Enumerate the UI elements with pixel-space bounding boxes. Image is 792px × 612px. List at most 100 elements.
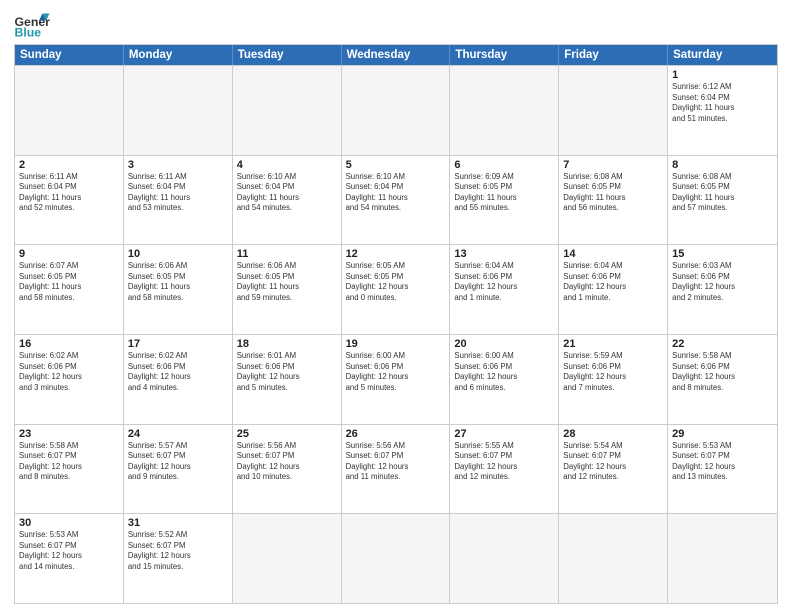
- day-number: 4: [237, 159, 337, 171]
- day-cell: [342, 514, 451, 603]
- day-cell: 7Sunrise: 6:08 AM Sunset: 6:05 PM Daylig…: [559, 156, 668, 245]
- day-info: Sunrise: 6:03 AM Sunset: 6:06 PM Dayligh…: [672, 261, 773, 303]
- day-info: Sunrise: 6:11 AM Sunset: 6:04 PM Dayligh…: [19, 172, 119, 214]
- day-number: 2: [19, 159, 119, 171]
- dow-cell-saturday: Saturday: [668, 45, 777, 65]
- day-cell: 10Sunrise: 6:06 AM Sunset: 6:05 PM Dayli…: [124, 245, 233, 334]
- day-cell: [668, 514, 777, 603]
- day-cell: [233, 66, 342, 155]
- day-info: Sunrise: 5:53 AM Sunset: 6:07 PM Dayligh…: [19, 530, 119, 572]
- day-number: 20: [454, 338, 554, 350]
- week-row-2: 2Sunrise: 6:11 AM Sunset: 6:04 PM Daylig…: [15, 155, 777, 245]
- day-number: 18: [237, 338, 337, 350]
- dow-cell-monday: Monday: [124, 45, 233, 65]
- day-number: 25: [237, 428, 337, 440]
- day-number: 23: [19, 428, 119, 440]
- day-cell: 8Sunrise: 6:08 AM Sunset: 6:05 PM Daylig…: [668, 156, 777, 245]
- day-info: Sunrise: 6:09 AM Sunset: 6:05 PM Dayligh…: [454, 172, 554, 214]
- day-info: Sunrise: 6:04 AM Sunset: 6:06 PM Dayligh…: [563, 261, 663, 303]
- day-cell: 3Sunrise: 6:11 AM Sunset: 6:04 PM Daylig…: [124, 156, 233, 245]
- day-cell: 9Sunrise: 6:07 AM Sunset: 6:05 PM Daylig…: [15, 245, 124, 334]
- day-info: Sunrise: 5:53 AM Sunset: 6:07 PM Dayligh…: [672, 441, 773, 483]
- day-number: 6: [454, 159, 554, 171]
- day-cell: 4Sunrise: 6:10 AM Sunset: 6:04 PM Daylig…: [233, 156, 342, 245]
- day-info: Sunrise: 5:58 AM Sunset: 6:07 PM Dayligh…: [19, 441, 119, 483]
- day-cell: 22Sunrise: 5:58 AM Sunset: 6:06 PM Dayli…: [668, 335, 777, 424]
- day-number: 3: [128, 159, 228, 171]
- day-cell: 16Sunrise: 6:02 AM Sunset: 6:06 PM Dayli…: [15, 335, 124, 424]
- day-cell: 29Sunrise: 5:53 AM Sunset: 6:07 PM Dayli…: [668, 425, 777, 514]
- day-cell: 2Sunrise: 6:11 AM Sunset: 6:04 PM Daylig…: [15, 156, 124, 245]
- day-cell: 15Sunrise: 6:03 AM Sunset: 6:06 PM Dayli…: [668, 245, 777, 334]
- day-number: 28: [563, 428, 663, 440]
- week-row-4: 16Sunrise: 6:02 AM Sunset: 6:06 PM Dayli…: [15, 334, 777, 424]
- day-number: 27: [454, 428, 554, 440]
- day-info: Sunrise: 6:02 AM Sunset: 6:06 PM Dayligh…: [19, 351, 119, 393]
- day-cell: 20Sunrise: 6:00 AM Sunset: 6:06 PM Dayli…: [450, 335, 559, 424]
- day-number: 29: [672, 428, 773, 440]
- day-number: 12: [346, 248, 446, 260]
- day-info: Sunrise: 6:00 AM Sunset: 6:06 PM Dayligh…: [346, 351, 446, 393]
- day-info: Sunrise: 6:08 AM Sunset: 6:05 PM Dayligh…: [563, 172, 663, 214]
- svg-text:Blue: Blue: [15, 25, 42, 38]
- day-number: 31: [128, 517, 228, 529]
- dow-cell-thursday: Thursday: [450, 45, 559, 65]
- day-info: Sunrise: 6:08 AM Sunset: 6:05 PM Dayligh…: [672, 172, 773, 214]
- day-info: Sunrise: 6:01 AM Sunset: 6:06 PM Dayligh…: [237, 351, 337, 393]
- day-cell: 27Sunrise: 5:55 AM Sunset: 6:07 PM Dayli…: [450, 425, 559, 514]
- day-info: Sunrise: 6:05 AM Sunset: 6:05 PM Dayligh…: [346, 261, 446, 303]
- day-cell: 19Sunrise: 6:00 AM Sunset: 6:06 PM Dayli…: [342, 335, 451, 424]
- day-cell: [233, 514, 342, 603]
- day-info: Sunrise: 5:55 AM Sunset: 6:07 PM Dayligh…: [454, 441, 554, 483]
- day-info: Sunrise: 6:10 AM Sunset: 6:04 PM Dayligh…: [237, 172, 337, 214]
- day-info: Sunrise: 6:06 AM Sunset: 6:05 PM Dayligh…: [128, 261, 228, 303]
- day-info: Sunrise: 5:58 AM Sunset: 6:06 PM Dayligh…: [672, 351, 773, 393]
- day-number: 8: [672, 159, 773, 171]
- day-cell: [124, 66, 233, 155]
- day-info: Sunrise: 6:00 AM Sunset: 6:06 PM Dayligh…: [454, 351, 554, 393]
- dow-cell-wednesday: Wednesday: [342, 45, 451, 65]
- day-cell: [450, 66, 559, 155]
- days-of-week-row: SundayMondayTuesdayWednesdayThursdayFrid…: [15, 45, 777, 65]
- day-cell: 23Sunrise: 5:58 AM Sunset: 6:07 PM Dayli…: [15, 425, 124, 514]
- page: General Blue SundayMondayTuesdayWednesda…: [0, 0, 792, 612]
- day-number: 13: [454, 248, 554, 260]
- week-row-6: 30Sunrise: 5:53 AM Sunset: 6:07 PM Dayli…: [15, 513, 777, 603]
- day-cell: 6Sunrise: 6:09 AM Sunset: 6:05 PM Daylig…: [450, 156, 559, 245]
- day-cell: 21Sunrise: 5:59 AM Sunset: 6:06 PM Dayli…: [559, 335, 668, 424]
- logo: General Blue: [14, 10, 54, 38]
- day-number: 22: [672, 338, 773, 350]
- week-row-1: 1Sunrise: 6:12 AM Sunset: 6:04 PM Daylig…: [15, 65, 777, 155]
- day-info: Sunrise: 6:11 AM Sunset: 6:04 PM Dayligh…: [128, 172, 228, 214]
- day-info: Sunrise: 6:06 AM Sunset: 6:05 PM Dayligh…: [237, 261, 337, 303]
- day-cell: 24Sunrise: 5:57 AM Sunset: 6:07 PM Dayli…: [124, 425, 233, 514]
- day-cell: 17Sunrise: 6:02 AM Sunset: 6:06 PM Dayli…: [124, 335, 233, 424]
- day-cell: [450, 514, 559, 603]
- day-number: 16: [19, 338, 119, 350]
- day-cell: 13Sunrise: 6:04 AM Sunset: 6:06 PM Dayli…: [450, 245, 559, 334]
- day-cell: [559, 66, 668, 155]
- day-cell: 28Sunrise: 5:54 AM Sunset: 6:07 PM Dayli…: [559, 425, 668, 514]
- day-cell: 25Sunrise: 5:56 AM Sunset: 6:07 PM Dayli…: [233, 425, 342, 514]
- day-cell: 14Sunrise: 6:04 AM Sunset: 6:06 PM Dayli…: [559, 245, 668, 334]
- day-number: 21: [563, 338, 663, 350]
- generalblue-logo-icon: General Blue: [14, 10, 50, 38]
- day-cell: 5Sunrise: 6:10 AM Sunset: 6:04 PM Daylig…: [342, 156, 451, 245]
- day-info: Sunrise: 6:02 AM Sunset: 6:06 PM Dayligh…: [128, 351, 228, 393]
- day-number: 10: [128, 248, 228, 260]
- day-info: Sunrise: 5:52 AM Sunset: 6:07 PM Dayligh…: [128, 530, 228, 572]
- day-number: 15: [672, 248, 773, 260]
- dow-cell-friday: Friday: [559, 45, 668, 65]
- day-number: 24: [128, 428, 228, 440]
- day-cell: [559, 514, 668, 603]
- day-info: Sunrise: 5:56 AM Sunset: 6:07 PM Dayligh…: [237, 441, 337, 483]
- day-cell: [15, 66, 124, 155]
- day-cell: 18Sunrise: 6:01 AM Sunset: 6:06 PM Dayli…: [233, 335, 342, 424]
- day-cell: [342, 66, 451, 155]
- day-cell: 12Sunrise: 6:05 AM Sunset: 6:05 PM Dayli…: [342, 245, 451, 334]
- calendar: SundayMondayTuesdayWednesdayThursdayFrid…: [14, 44, 778, 604]
- day-number: 19: [346, 338, 446, 350]
- week-row-3: 9Sunrise: 6:07 AM Sunset: 6:05 PM Daylig…: [15, 244, 777, 334]
- day-number: 7: [563, 159, 663, 171]
- day-number: 11: [237, 248, 337, 260]
